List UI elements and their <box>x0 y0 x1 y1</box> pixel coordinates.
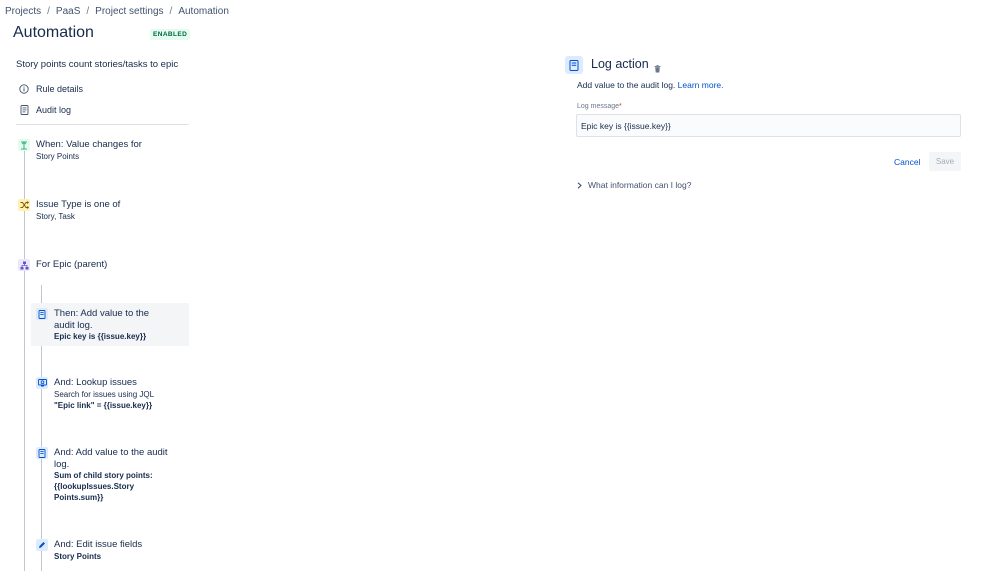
action-detail: Points.sum}} <box>54 493 104 502</box>
rule-component-condition[interactable]: Issue Type is one of Story, Task <box>18 199 120 222</box>
lookup-icon <box>36 377 48 389</box>
breadcrumb-separator: / <box>169 6 173 17</box>
rule-component-action-lookup[interactable]: And: Lookup issues Search for issues usi… <box>36 377 154 411</box>
panel-title: Log action <box>591 57 649 71</box>
action-detail: Sum of child story points: <box>54 471 153 480</box>
action-detail: Story Points <box>54 551 102 561</box>
action-detail: Epic key is {{issue.key}} <box>54 332 147 341</box>
breadcrumb-projects[interactable]: Projects <box>5 6 41 17</box>
rule-details-label: Rule details <box>36 84 84 94</box>
save-button[interactable]: Save <box>929 152 961 171</box>
rule-component-branch[interactable]: For Epic (parent) <box>18 259 107 271</box>
shuffle-icon <box>18 199 30 211</box>
log-icon <box>36 308 48 320</box>
log-icon <box>565 56 583 74</box>
learn-more-link[interactable]: Learn more. <box>678 80 724 90</box>
rule-component-action-log[interactable]: And: Add value to the audit log. Sum of … <box>36 447 168 503</box>
info-icon <box>18 83 30 95</box>
breadcrumb-separator: / <box>47 6 50 17</box>
action-title: audit log. <box>54 319 93 331</box>
page-title: Automation <box>13 24 94 41</box>
document-icon <box>18 104 30 116</box>
action-subtitle: Search for issues using JQL <box>54 389 155 399</box>
condition-detail: Story, Task <box>36 211 75 221</box>
breadcrumb: Projects / PaaS / Project settings / Automatio… <box>5 6 229 17</box>
rule-details-link[interactable]: Rule details <box>18 83 83 95</box>
audit-log-link[interactable]: Audit log <box>18 104 71 116</box>
log-message-label-text: Log message <box>577 103 620 110</box>
action-detail: {{lookupIssues.Story <box>54 482 135 491</box>
sidebar-divider <box>16 124 189 125</box>
chevron-right-icon <box>577 181 582 189</box>
panel-description-text: Add value to the audit log. <box>577 80 676 90</box>
breadcrumb-separator: / <box>86 6 90 17</box>
action-title: log. <box>54 458 70 470</box>
breadcrumb-paas[interactable]: PaaS <box>56 6 80 17</box>
panel-description: Add value to the audit log. Learn more. <box>577 80 724 90</box>
condition-title: Issue Type is one of <box>36 199 121 210</box>
info-toggle[interactable]: What information can I log? <box>577 180 691 190</box>
log-message-input[interactable] <box>576 114 961 137</box>
action-title: And: Edit issue fields <box>54 539 143 550</box>
log-icon <box>36 447 48 459</box>
breadcrumb-automation[interactable]: Automation <box>178 6 229 17</box>
required-mark: * <box>619 103 622 110</box>
rule-component-action-log[interactable]: Then: Add value to the audit log. Epic k… <box>36 308 149 342</box>
log-message-label: Log message* <box>577 103 622 110</box>
action-title: Then: Add value to the <box>54 308 150 319</box>
rule-name: Story points count stories/tasks to epic <box>16 59 179 70</box>
rule-component-trigger[interactable]: When: Value changes for Story Points <box>18 139 142 162</box>
audit-log-label: Audit log <box>36 105 72 115</box>
action-title: And: Add value to the audit <box>54 447 168 458</box>
status-badge: ENABLED <box>150 29 191 40</box>
trigger-detail: Story Points <box>36 151 80 161</box>
breadcrumb-project-settings[interactable]: Project settings <box>95 6 163 17</box>
action-title: And: Lookup issues <box>54 377 137 388</box>
pencil-icon <box>36 539 48 551</box>
trigger-icon <box>18 139 30 151</box>
info-toggle-label: What information can I log? <box>588 180 692 190</box>
branch-title: For Epic (parent) <box>36 259 108 270</box>
cancel-button[interactable]: Cancel <box>890 153 924 170</box>
rule-component-action-edit[interactable]: And: Edit issue fields Story Points <box>36 539 142 562</box>
trash-icon[interactable] <box>654 60 661 78</box>
action-detail: "Epic link" = {{issue.key}} <box>54 400 153 410</box>
trigger-title: When: Value changes for <box>36 139 142 150</box>
hierarchy-icon <box>18 259 30 271</box>
